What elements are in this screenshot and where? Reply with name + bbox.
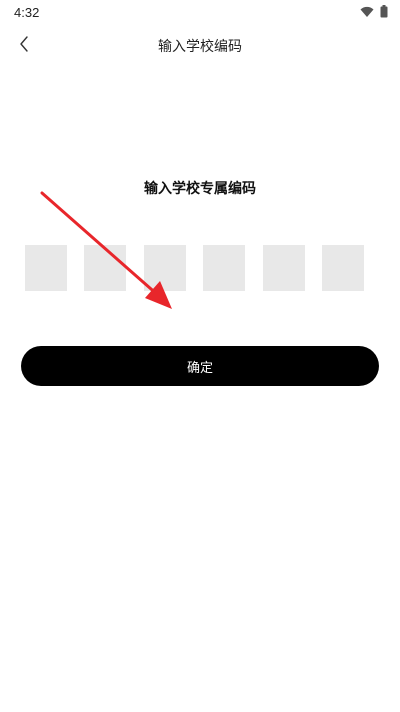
code-digit-input-4[interactable]: [203, 245, 245, 291]
page-title: 输入学校编码: [158, 39, 242, 55]
confirm-button[interactable]: 确定: [21, 346, 379, 386]
code-input-row: [25, 245, 365, 291]
title-bar: 输入学校编码: [0, 28, 400, 64]
battery-icon: [380, 3, 388, 22]
back-button[interactable]: [10, 32, 38, 60]
code-digit-input-6[interactable]: [322, 245, 364, 291]
status-icons: [360, 3, 388, 22]
status-bar: 4:32: [0, 0, 400, 24]
code-digit-input-2[interactable]: [84, 245, 126, 291]
chevron-left-icon: [19, 36, 29, 56]
wifi-icon: [360, 3, 374, 22]
status-time: 4:32: [14, 4, 40, 20]
section-heading: 输入学校专属编码: [144, 181, 256, 197]
code-digit-input-1[interactable]: [25, 245, 67, 291]
code-digit-input-5[interactable]: [263, 245, 305, 291]
screen: 4:32 输入学校编码 输入学校专属编码 确定: [0, 0, 400, 712]
code-digit-input-3[interactable]: [144, 245, 186, 291]
